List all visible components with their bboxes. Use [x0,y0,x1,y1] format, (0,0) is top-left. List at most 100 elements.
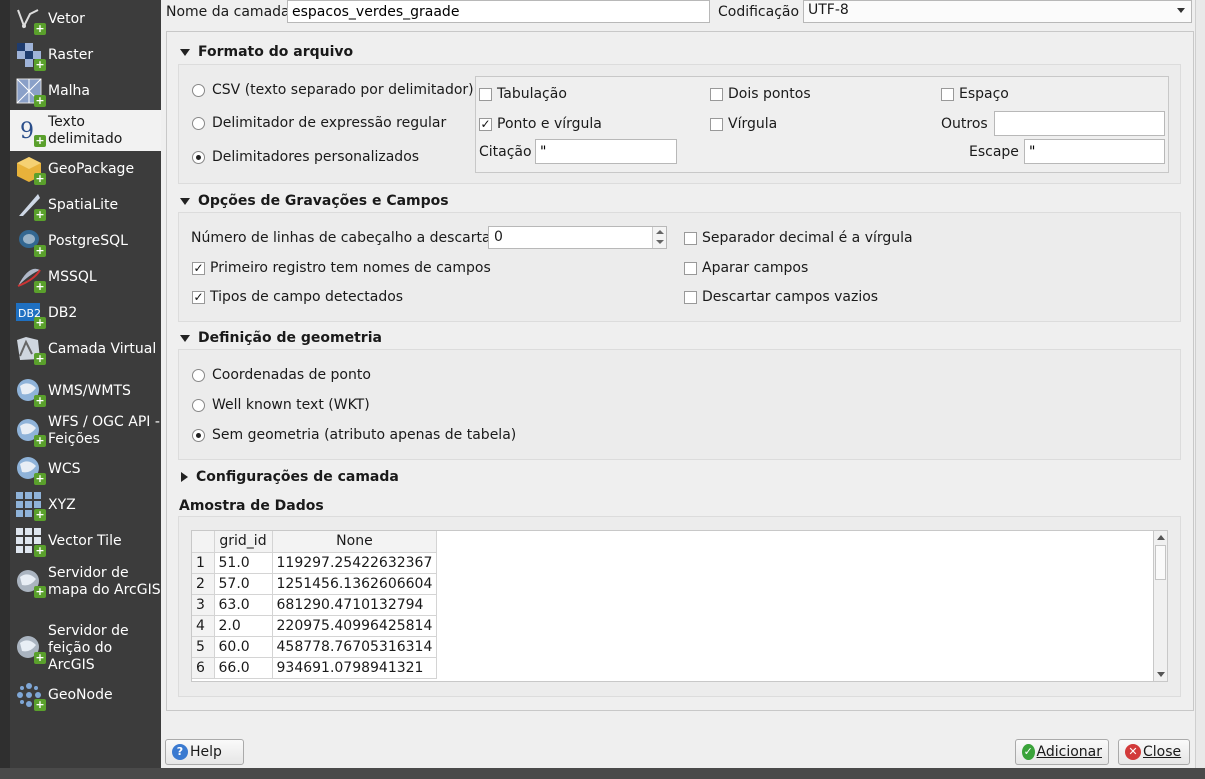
quote-input[interactable] [535,139,677,164]
radio-csv[interactable]: CSV (texto separado por delimitador) [192,82,474,98]
table-cell[interactable]: 51.0 [214,552,273,574]
check-comma[interactable]: Vírgula [710,116,777,132]
sidebar-item-xyz[interactable]: + XYZ [10,488,161,522]
row-number-cell: 3 [192,594,215,616]
sample-data-title: Amostra de Dados [179,498,324,514]
window-right-edge [1195,0,1205,768]
radio-csv-indicator [192,83,205,97]
check-discard-empty[interactable]: Descartar campos vazios [684,289,878,305]
check-trim-fields[interactable]: Aparar campos [684,260,808,276]
geopackage-icon: + [14,154,46,185]
check-decimal-comma[interactable]: Separador decimal é a vírgula [684,230,913,246]
xyz-icon: + [14,490,46,521]
spatialite-icon: + [14,190,46,221]
vector-tile-icon: + [14,526,46,557]
sidebar-item-malha[interactable]: + Malha [10,74,161,108]
layer-name-input[interactable] [287,0,710,23]
section-record-options[interactable]: Opções de Gravações e Campos [180,193,449,209]
table-row[interactable]: 2 57.0 1251456.1362606604 [192,573,438,595]
sidebar-item-spatialite[interactable]: + SpatiaLite [10,188,161,222]
sidebar-item-postgresql[interactable]: + PostgreSQL [10,224,161,258]
sidebar-item-arcgis-map[interactable]: + Servidor de mapa do ArcGIS [10,562,161,602]
table-cell[interactable]: 63.0 [214,594,273,616]
escape-input[interactable] [1024,139,1165,164]
radio-wkt-indicator [192,398,205,412]
sidebar-item-arcgis-feature[interactable]: + Servidor de feição do ArcGIS [10,620,161,676]
sidebar-item-texto-delimitado[interactable]: 9 + Texto delimitado [10,110,161,151]
encoding-select[interactable]: UTF-8 [803,0,1192,23]
sidebar-item-raster[interactable]: + Raster [10,38,161,72]
check-trim-fields-box [684,261,697,275]
table-row[interactable]: 5 60.0 458778.76705316314 [192,636,438,658]
radio-wkt[interactable]: Well known text (WKT) [192,397,370,413]
chevron-down-icon [1177,8,1185,13]
radio-point-coords[interactable]: Coordenadas de ponto [192,367,371,383]
help-button[interactable]: ? Help [165,739,244,765]
sample-table-container[interactable]: grid_id None 1 51.0 119297.25422632367 2 57.… [191,530,1168,682]
table-row[interactable]: 3 63.0 681290.4710132794 [192,594,438,616]
sidebar-item-vector-tile[interactable]: + Vector Tile [10,524,161,558]
table-cell[interactable]: 1251456.1362606604 [272,573,438,595]
check-semicolon[interactable]: ✓ Ponto e vírgula [479,116,602,132]
check-detect-types[interactable]: ✓ Tipos de campo detectados [192,289,403,305]
radio-regex[interactable]: Delimitador de expressão regular [192,115,446,131]
table-row[interactable]: 1 51.0 119297.25422632367 [192,552,438,574]
check-space[interactable]: Espaço [941,86,1009,102]
spin-down-icon [656,240,664,244]
sidebar-item-geopackage[interactable]: + GeoPackage [10,152,161,186]
check-tab-box [479,87,492,101]
check-tab[interactable]: Tabulação [479,86,567,102]
column-header[interactable]: grid_id [214,531,273,553]
table-cell[interactable]: 458778.76705316314 [272,636,438,658]
table-row[interactable]: 6 66.0 934691.0798941321 [192,657,438,679]
section-geometry[interactable]: Definição de geometria [180,330,382,346]
close-button[interactable]: ✕ Close [1118,739,1190,765]
check-semicolon-box: ✓ [479,116,492,131]
table-cell[interactable]: 220975.40996425814 [272,615,438,637]
row-number-cell: 1 [192,552,215,574]
others-input[interactable] [994,111,1165,136]
quote-label: Citação [479,144,532,160]
table-cell[interactable]: 119297.25422632367 [272,552,438,574]
spin-buttons[interactable] [652,227,666,248]
add-button[interactable]: ✓ Adicionar [1015,739,1109,765]
spin-up-icon [656,230,664,234]
sidebar-item-wcs[interactable]: + WCS [10,452,161,486]
table-vertical-scrollbar[interactable] [1153,530,1168,682]
check-first-record[interactable]: ✓ Primeiro registro tem nomes de campos [192,260,491,276]
geonode-icon: + [14,680,46,711]
table-cell[interactable]: 2.0 [214,615,273,637]
table-cell[interactable]: 681290.4710132794 [272,594,438,616]
sidebar-item-geonode[interactable]: + GeoNode [10,678,161,712]
check-decimal-comma-box [684,231,697,245]
check-discard-empty-box [684,290,697,304]
check-colon[interactable]: Dois pontos [710,86,811,102]
section-layer-settings[interactable]: Configurações de camada [181,469,399,485]
sidebar-item-vetor[interactable]: + Vetor [10,2,161,36]
mesh-icon: + [14,76,46,107]
scrollbar-thumb[interactable] [1155,545,1166,580]
row-number-cell: 2 [192,573,215,595]
table-cell[interactable]: 57.0 [214,573,273,595]
sidebar-item-mssql[interactable]: + MSSQL [10,260,161,294]
sidebar-item-wfs[interactable]: + WFS / OGC API - Feições [10,410,161,452]
table-cell[interactable]: 66.0 [214,657,273,679]
section-file-format[interactable]: Formato do arquivo [180,44,353,60]
radio-custom[interactable]: Delimitadores personalizados [192,149,419,165]
table-cell[interactable]: 934691.0798941321 [272,657,438,679]
scroll-down-icon [1157,672,1165,677]
check-icon: ✓ [1022,744,1035,760]
skip-lines-spinbox[interactable]: 0 [488,226,667,249]
arcgis-feature-icon: + [14,633,46,664]
sidebar-item-camada-virtual[interactable]: + Camada Virtual [10,332,161,366]
sidebar-item-db2[interactable]: DB2 + DB2 [10,296,161,330]
help-icon: ? [172,744,188,760]
radio-no-geometry[interactable]: Sem geometria (atributo apenas de tabela… [192,427,516,443]
column-header[interactable]: None [272,531,438,553]
table-row[interactable]: 4 2.0 220975.40996425814 [192,615,438,637]
check-first-record-box: ✓ [192,260,205,275]
arcgis-map-icon: + [14,567,46,598]
sidebar-item-wms[interactable]: + WMS/WMTS [10,374,161,408]
check-colon-box [710,87,723,101]
table-cell[interactable]: 60.0 [214,636,273,658]
